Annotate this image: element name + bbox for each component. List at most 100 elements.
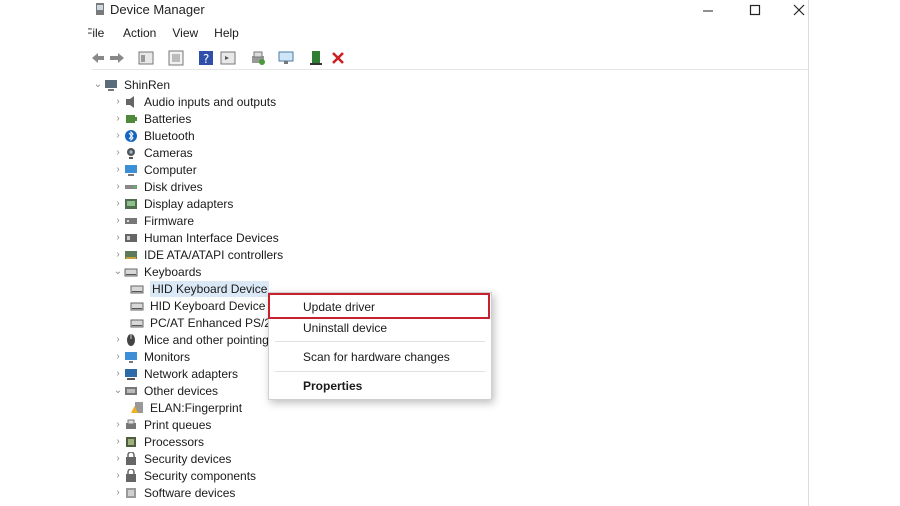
chevron-right-icon[interactable]: ›: [112, 249, 124, 260]
speaker-icon: [126, 95, 134, 108]
tree-category-item[interactable]: › Audio inputs and outputs: [112, 93, 276, 110]
show-hidden-icon[interactable]: [168, 50, 184, 66]
processor-icon: [126, 436, 136, 447]
keyboard-icon: [124, 268, 138, 276]
tree-category-item[interactable]: ⌄ Other devices: [112, 382, 218, 399]
menu-file[interactable]: File: [88, 26, 108, 44]
tree-category-item[interactable]: › Human Interface Devices: [112, 229, 278, 246]
chevron-right-icon[interactable]: ›: [112, 453, 124, 464]
tree-category-item[interactable]: › Cameras: [112, 144, 192, 161]
menu-separator: [275, 371, 485, 372]
print-icon[interactable]: [250, 50, 266, 66]
tree-category-item[interactable]: › Monitors: [112, 348, 190, 365]
back-icon[interactable]: [92, 50, 104, 66]
chevron-down-icon[interactable]: ⌄: [112, 266, 124, 277]
chevron-right-icon[interactable]: ›: [112, 487, 124, 498]
maximize-button[interactable]: [737, 0, 773, 20]
chevron-right-icon[interactable]: ›: [112, 96, 124, 107]
chevron-right-icon[interactable]: ›: [112, 181, 124, 192]
menu-help[interactable]: Help: [213, 26, 240, 44]
menu-item-uninstall-device[interactable]: Uninstall device: [303, 321, 387, 335]
chevron-right-icon[interactable]: ›: [112, 164, 124, 175]
chevron-right-icon[interactable]: ›: [112, 351, 124, 362]
menu-item-scan-hardware[interactable]: Scan for hardware changes: [303, 350, 450, 364]
tree-category-item[interactable]: › Security components: [112, 467, 256, 484]
chevron-right-icon[interactable]: ›: [112, 130, 124, 141]
tree-item-label: Disk drives: [144, 179, 203, 194]
tree-item-label: HID Keyboard Device: [150, 298, 266, 313]
menu-view[interactable]: View: [171, 26, 199, 44]
device-manager-window: Device Manager File Action View Help ? ⌄: [0, 0, 809, 506]
menu-item-properties[interactable]: Properties: [303, 379, 362, 393]
forward-icon[interactable]: [108, 50, 124, 66]
chevron-down-icon[interactable]: ⌄: [112, 385, 124, 396]
tree-item-label: PC/AT Enhanced PS/2: [150, 315, 271, 330]
tree-item-label: Processors: [144, 434, 205, 449]
close-button[interactable]: [781, 0, 817, 20]
tree-category-item[interactable]: ⌄ Keyboards: [112, 263, 202, 280]
display-adapter-icon: [125, 198, 137, 209]
toolbar: ?: [92, 47, 808, 70]
chevron-right-icon[interactable]: ›: [112, 215, 124, 226]
context-menu: Update driver Uninstall device Scan for …: [268, 292, 492, 400]
chevron-right-icon[interactable]: ›: [112, 198, 124, 209]
chevron-down-icon[interactable]: ⌄: [92, 79, 104, 90]
bluetooth-icon: [125, 129, 137, 142]
chevron-right-icon[interactable]: ›: [112, 368, 124, 379]
tree-category-item[interactable]: › Display adapters: [112, 195, 233, 212]
tree-item-label: Network adapters: [144, 366, 239, 381]
update-driver-highlight: [268, 293, 490, 319]
tree-category-item[interactable]: › Processors: [112, 433, 204, 450]
computer-icon: [125, 164, 137, 176]
tree-item-label: Print queues: [144, 417, 212, 432]
tree-category-item[interactable]: › Batteries: [112, 110, 191, 127]
warning-icon: [131, 401, 143, 413]
menu-item-update-driver[interactable]: Update driver: [303, 300, 375, 314]
tree-child-item[interactable]: ELAN:Fingerprint: [130, 399, 242, 416]
tree-child-item[interactable]: PC/AT Enhanced PS/2: [130, 314, 271, 331]
tree-category-item[interactable]: › IDE ATA/ATAPI controllers: [112, 246, 283, 263]
chevron-right-icon[interactable]: ›: [112, 113, 124, 124]
add-driver-icon[interactable]: [308, 50, 324, 66]
tree-child-item[interactable]: HID Keyboard Device: [130, 280, 270, 297]
tree-category-item[interactable]: › Computer: [112, 161, 197, 178]
computer-root-icon: [105, 79, 117, 91]
tree-item-label: Computer: [144, 162, 197, 177]
keyboard-icon: [130, 319, 144, 327]
tree-category-item[interactable]: › Mice and other pointing: [112, 331, 268, 348]
svg-text:?: ?: [203, 52, 209, 66]
view-resources-icon[interactable]: [220, 50, 236, 66]
help-icon[interactable]: ?: [198, 50, 214, 66]
printer-icon: [126, 419, 136, 429]
menu-action[interactable]: Action: [122, 26, 157, 44]
tree-root-label: ShinRen: [124, 77, 171, 92]
tree-item-label: Batteries: [144, 111, 192, 126]
chevron-right-icon[interactable]: ›: [112, 232, 124, 243]
uninstall-icon[interactable]: [330, 50, 346, 66]
tree-category-item[interactable]: › Security devices: [112, 450, 231, 467]
tree-item-label: Monitors: [144, 349, 191, 364]
tree-item-label: Display adapters: [144, 196, 234, 211]
tree-category-item[interactable]: › Software devices: [112, 484, 235, 501]
chevron-right-icon[interactable]: ›: [112, 334, 124, 345]
tree-item-label: Audio inputs and outputs: [144, 94, 277, 109]
chevron-right-icon[interactable]: ›: [112, 419, 124, 430]
other-devices-icon: [125, 386, 137, 395]
tree-category-item[interactable]: › Bluetooth: [112, 127, 194, 144]
chevron-right-icon[interactable]: ›: [112, 436, 124, 447]
tree-category-item[interactable]: › Firmware: [112, 212, 194, 229]
properties-icon[interactable]: [138, 50, 154, 66]
chevron-right-icon[interactable]: ›: [112, 470, 124, 481]
tree-root[interactable]: ⌄ ShinRen: [92, 76, 170, 93]
tree-category-item[interactable]: › Disk drives: [112, 178, 203, 195]
tree-category-item[interactable]: › Network adapters: [112, 365, 238, 382]
tree-item-label: HID Keyboard Device: [150, 280, 270, 297]
keyboard-icon: [130, 302, 144, 310]
scan-hardware-icon[interactable]: [278, 50, 294, 66]
mouse-icon: [127, 333, 135, 346]
security-icon: [126, 468, 136, 482]
tree-category-item[interactable]: › Print queues: [112, 416, 211, 433]
tree-child-item[interactable]: HID Keyboard Device: [130, 297, 265, 314]
minimize-button[interactable]: [690, 0, 726, 20]
chevron-right-icon[interactable]: ›: [112, 147, 124, 158]
